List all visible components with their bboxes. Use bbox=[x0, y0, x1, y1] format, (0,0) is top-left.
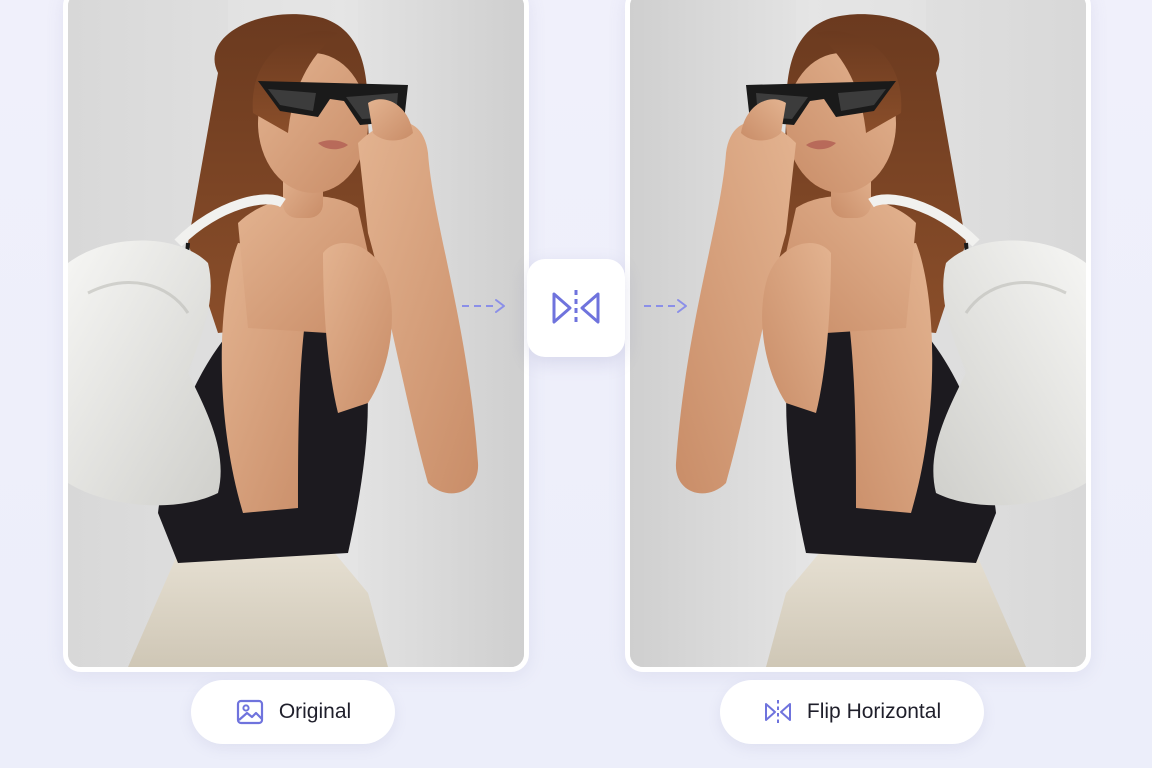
flip-horizontal-button[interactable] bbox=[527, 259, 625, 357]
flip-horizontal-label: Flip Horizontal bbox=[806, 700, 942, 723]
dashed-arrow-icon bbox=[462, 299, 505, 313]
flip-horizontal-label-pill[interactable]: Flip Horizontal bbox=[720, 680, 984, 744]
flip-horizontal-icon bbox=[552, 290, 600, 326]
original-photo bbox=[68, 0, 524, 667]
dashed-arrow-icon bbox=[644, 299, 687, 313]
original-label-pill[interactable]: Original bbox=[191, 680, 395, 744]
flipped-image-panel bbox=[625, 0, 1091, 672]
flip-horizontal-icon bbox=[764, 700, 791, 724]
original-label: Original bbox=[278, 700, 352, 723]
flipped-photo bbox=[630, 0, 1086, 667]
image-icon bbox=[236, 699, 263, 725]
comparison-stage: Original Flip Horizontal bbox=[0, 0, 1152, 768]
original-image-panel bbox=[63, 0, 529, 672]
